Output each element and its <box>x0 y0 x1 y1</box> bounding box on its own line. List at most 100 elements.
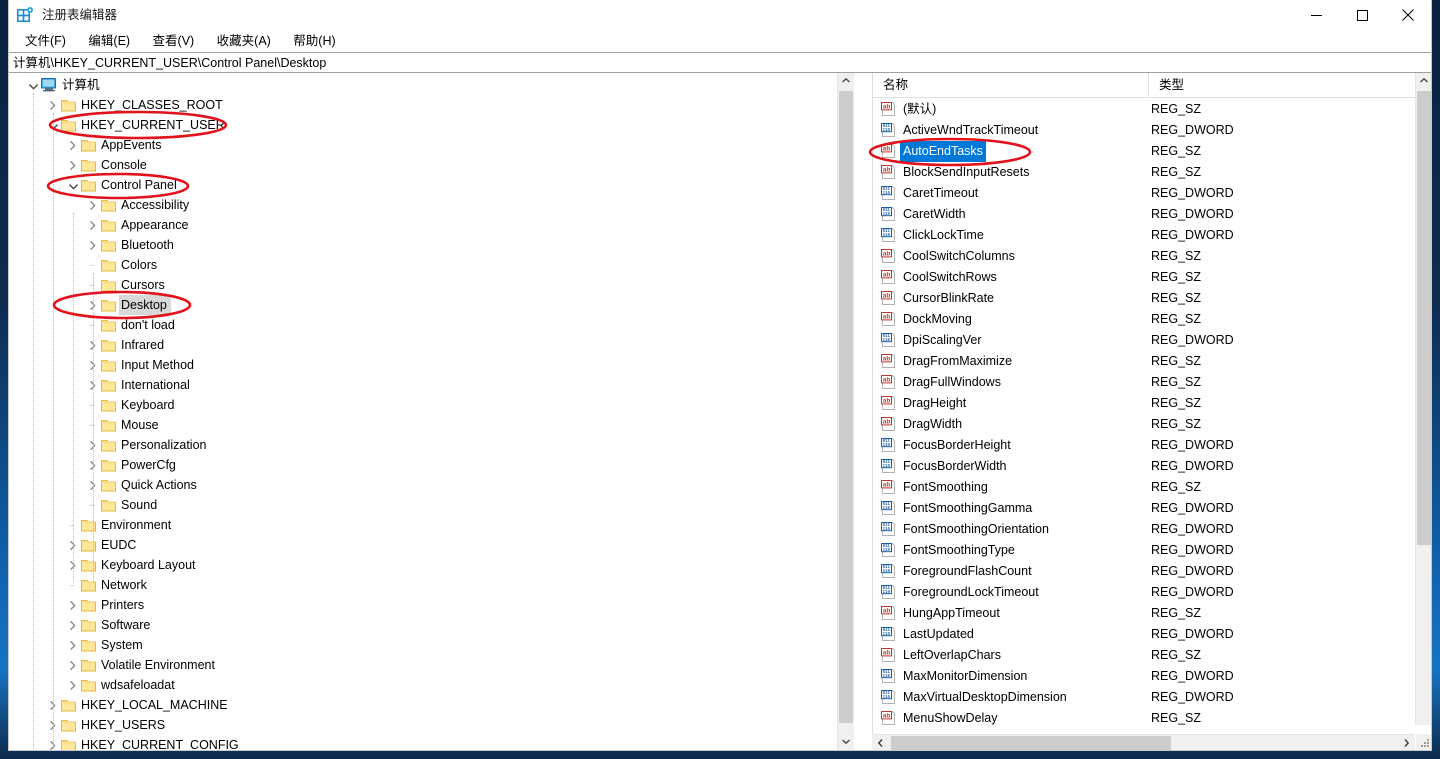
tree-node-hkey-local-machine[interactable]: HKEY_LOCAL_MACHINE <box>9 695 837 715</box>
tree-node-hkey-classes-root[interactable]: HKEY_CLASSES_ROOT <box>9 95 837 115</box>
chevron-right-icon[interactable] <box>85 195 101 215</box>
resize-grip[interactable] <box>1416 734 1431 750</box>
tree-scroll-thumb[interactable] <box>839 91 853 723</box>
values-horizontal-scrollbar[interactable] <box>872 734 1415 750</box>
values-row[interactable]: 011 110 CaretTimeout REG_DWORD <box>873 183 1431 204</box>
tree-node-infrared[interactable]: Infrared <box>9 335 837 355</box>
chevron-right-icon[interactable] <box>85 235 101 255</box>
values-row[interactable]: ab CursorBlinkRate REG_SZ <box>873 288 1431 309</box>
scroll-up-icon[interactable] <box>838 73 854 90</box>
values-row[interactable]: 011 110 DpiScalingVer REG_DWORD <box>873 330 1431 351</box>
tree-node-control-panel[interactable]: Control Panel <box>9 175 837 195</box>
tree-vertical-scrollbar[interactable] <box>837 73 854 750</box>
values-row[interactable]: 011 110 ClickLockTime REG_DWORD <box>873 225 1431 246</box>
tree-node-sound[interactable]: Sound <box>9 495 837 515</box>
values-row[interactable]: 011 110 ActiveWndTrackTimeout REG_DWORD <box>873 120 1431 141</box>
tree-node-keyboard[interactable]: Keyboard <box>9 395 837 415</box>
minimize-button[interactable] <box>1293 0 1339 30</box>
tree-node-international[interactable]: International <box>9 375 837 395</box>
tree-node-mouse[interactable]: Mouse <box>9 415 837 435</box>
values-row[interactable]: ab LeftOverlapChars REG_SZ <box>873 645 1431 666</box>
tree-node-software[interactable]: Software <box>9 615 837 635</box>
values-row[interactable]: ab DragWidth REG_SZ <box>873 414 1431 435</box>
chevron-right-icon[interactable] <box>65 135 81 155</box>
tree-node-network[interactable]: Network <box>9 575 837 595</box>
tree-node-don-t-load[interactable]: don't load <box>9 315 837 335</box>
tree-node-bluetooth[interactable]: Bluetooth <box>9 235 837 255</box>
chevron-right-icon[interactable] <box>65 155 81 175</box>
tree-node-console[interactable]: Console <box>9 155 837 175</box>
menu-edit[interactable]: 编辑(E) <box>82 30 136 52</box>
tree-node-accessibility[interactable]: Accessibility <box>9 195 837 215</box>
tree-node-cursors[interactable]: Cursors <box>9 275 837 295</box>
values-row[interactable]: ab FontSmoothing REG_SZ <box>873 477 1431 498</box>
address-bar[interactable]: 计算机\HKEY_CURRENT_USER\Control Panel\Desk… <box>9 52 1431 73</box>
values-scroll-thumb[interactable] <box>1417 91 1431 545</box>
chevron-right-icon[interactable] <box>65 615 81 635</box>
tree-node-appevents[interactable]: AppEvents <box>9 135 837 155</box>
column-header-type[interactable]: 类型 <box>1148 73 1431 98</box>
close-button[interactable] <box>1385 0 1431 30</box>
chevron-right-icon[interactable] <box>65 675 81 695</box>
chevron-down-icon[interactable] <box>25 75 41 95</box>
scroll-left-icon[interactable] <box>872 735 889 750</box>
tree-node-hkey-users[interactable]: HKEY_USERS <box>9 715 837 735</box>
values-row[interactable]: 011 110 FocusBorderHeight REG_DWORD <box>873 435 1431 456</box>
menu-file[interactable]: 文件(F) <box>19 30 72 52</box>
tree-node-keyboard-layout[interactable]: Keyboard Layout <box>9 555 837 575</box>
values-row[interactable]: ab DockMoving REG_SZ <box>873 309 1431 330</box>
chevron-down-icon[interactable] <box>65 175 81 195</box>
tree-node-quick-actions[interactable]: Quick Actions <box>9 475 837 495</box>
tree-node-printers[interactable]: Printers <box>9 595 837 615</box>
menu-favorites[interactable]: 收藏夹(A) <box>211 30 277 52</box>
tree-node-eudc[interactable]: EUDC <box>9 535 837 555</box>
tree-node-hkey-current-config[interactable]: HKEY_CURRENT_CONFIG <box>9 735 837 750</box>
menu-view[interactable]: 查看(V) <box>147 30 201 52</box>
values-row[interactable]: 011 110 MaxVirtualDesktopDimension REG_DWOR… <box>873 687 1431 708</box>
values-row[interactable]: 011 110 LastUpdated REG_DWORD <box>873 624 1431 645</box>
tree-node-colors[interactable]: Colors <box>9 255 837 275</box>
tree-node-input-method[interactable]: Input Method <box>9 355 837 375</box>
chevron-right-icon[interactable] <box>65 635 81 655</box>
values-row[interactable]: 011 110 FontSmoothingOrientation REG_DWORD <box>873 519 1431 540</box>
values-row[interactable]: ab DragHeight REG_SZ <box>873 393 1431 414</box>
scroll-right-icon[interactable] <box>1398 735 1415 750</box>
registry-values-pane[interactable]: 名称 类型 ab (默认) REG_SZ 011 110 ActiveWndTrackTi… <box>872 73 1431 750</box>
tree-node-[interactable]: 计算机 <box>9 75 837 95</box>
tree-node-powercfg[interactable]: PowerCfg <box>9 455 837 475</box>
values-row[interactable]: ab CoolSwitchColumns REG_SZ <box>873 246 1431 267</box>
values-row[interactable]: ab (默认) REG_SZ <box>873 99 1431 120</box>
chevron-right-icon[interactable] <box>65 655 81 675</box>
values-row[interactable]: 011 110 ForegroundFlashCount REG_DWORD <box>873 561 1431 582</box>
values-row[interactable]: 011 110 FontSmoothingGamma REG_DWORD <box>873 498 1431 519</box>
menu-help[interactable]: 帮助(H) <box>287 30 341 52</box>
tree-node-environment[interactable]: Environment <box>9 515 837 535</box>
values-row[interactable]: ab DragFromMaximize REG_SZ <box>873 351 1431 372</box>
values-row[interactable]: 011 110 MaxMonitorDimension REG_DWORD <box>873 666 1431 687</box>
chevron-right-icon[interactable] <box>45 95 61 115</box>
values-row[interactable]: ab AutoEndTasks REG_SZ <box>873 141 1431 162</box>
values-row[interactable]: ab BlockSendInputResets REG_SZ <box>873 162 1431 183</box>
horizontal-scroll-thumb[interactable] <box>891 736 1171 750</box>
maximize-button[interactable] <box>1339 0 1385 30</box>
chevron-right-icon[interactable] <box>65 595 81 615</box>
values-row[interactable]: ab MenuShowDelay REG_SZ <box>873 708 1431 729</box>
tree-node-appearance[interactable]: Appearance <box>9 215 837 235</box>
values-row[interactable]: ab DragFullWindows REG_SZ <box>873 372 1431 393</box>
tree-node-hkey-current-user[interactable]: HKEY_CURRENT_USER <box>9 115 837 135</box>
tree-node-desktop[interactable]: Desktop <box>9 295 837 315</box>
scroll-up-icon[interactable] <box>1416 73 1431 90</box>
tree-node-personalization[interactable]: Personalization <box>9 435 837 455</box>
values-row[interactable]: 011 110 CaretWidth REG_DWORD <box>873 204 1431 225</box>
values-row[interactable]: 011 110 ForegroundLockTimeout REG_DWORD <box>873 582 1431 603</box>
tree-node-wdsafeloadat[interactable]: wdsafeloadat <box>9 675 837 695</box>
values-vertical-scrollbar[interactable] <box>1415 73 1431 725</box>
values-row[interactable]: ab HungAppTimeout REG_SZ <box>873 603 1431 624</box>
values-row[interactable]: 011 110 FocusBorderWidth REG_DWORD <box>873 456 1431 477</box>
tree-node-system[interactable]: System <box>9 635 837 655</box>
tree-node-volatile-environment[interactable]: Volatile Environment <box>9 655 837 675</box>
column-header-name[interactable]: 名称 <box>873 73 1148 98</box>
registry-tree-pane[interactable]: 计算机 HKEY_CLASSES_ROOT HKEY_CURRENT_USER App… <box>9 73 854 750</box>
values-row[interactable]: ab CoolSwitchRows REG_SZ <box>873 267 1431 288</box>
values-row[interactable]: 011 110 FontSmoothingType REG_DWORD <box>873 540 1431 561</box>
